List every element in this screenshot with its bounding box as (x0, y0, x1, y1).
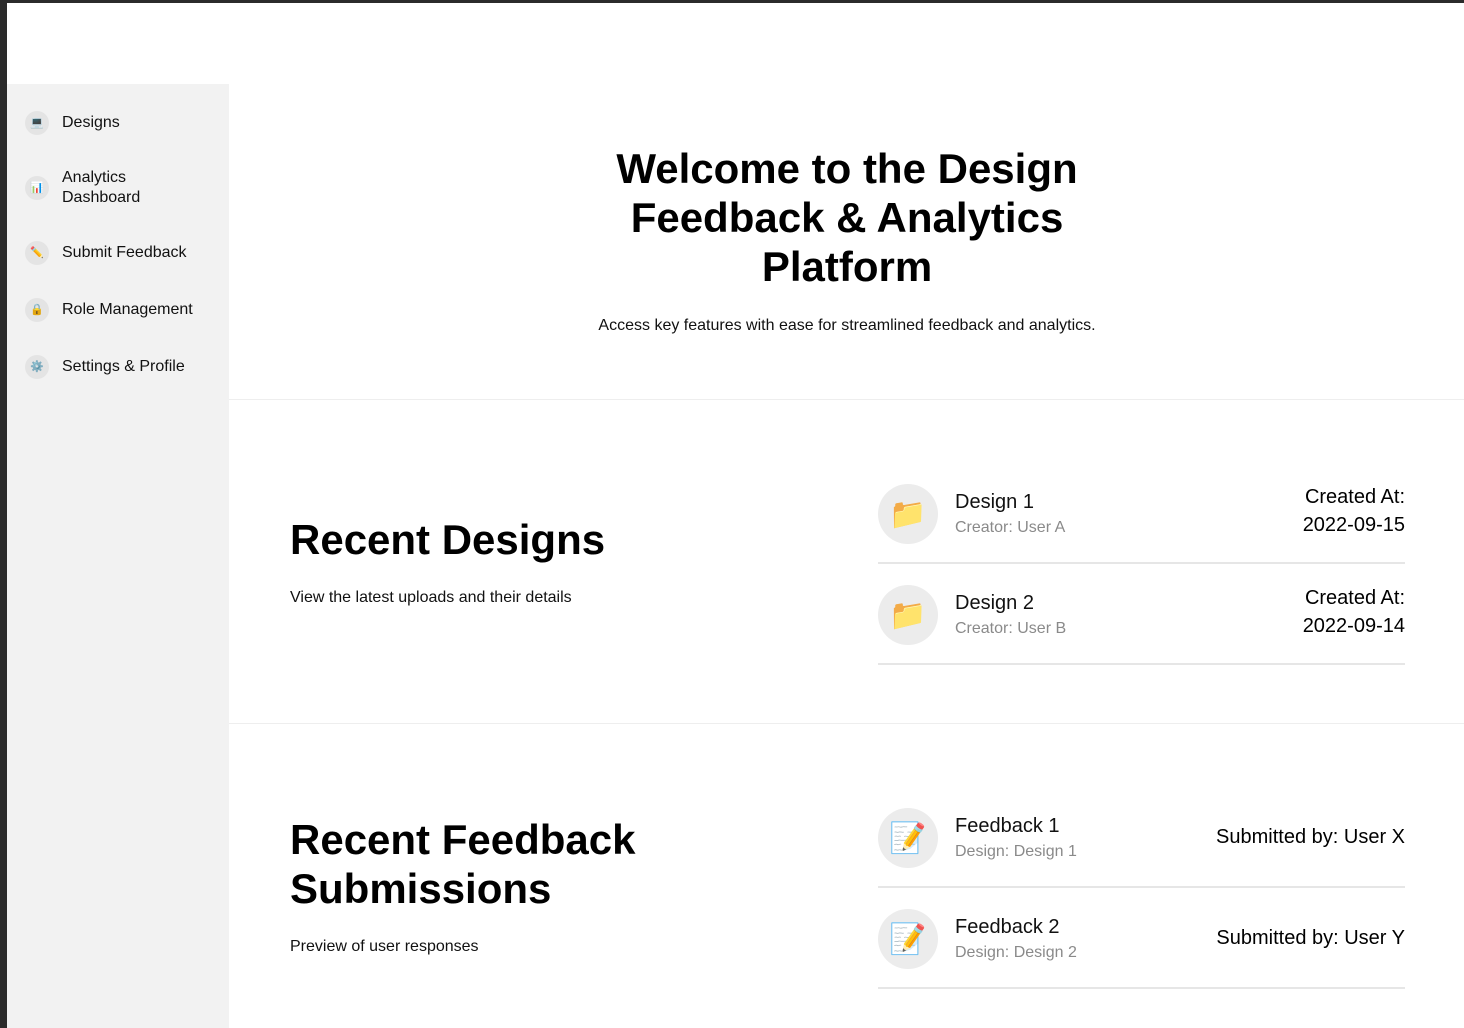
section-subtitle: View the latest uploads and their detail… (290, 589, 572, 606)
section-title: Recent Feedback Submissions (290, 816, 636, 912)
memo-icon: 📝 (878, 909, 938, 969)
feedback-design: Design: Design 2 (955, 944, 1077, 961)
sidebar-item-label: Submit Feedback (62, 244, 187, 261)
window-frame-left (0, 0, 7, 1028)
feedback-name: Feedback 2 (955, 916, 1060, 938)
memo-icon: 📝 (878, 808, 938, 868)
sidebar-item-designs[interactable]: 💻 Designs (25, 111, 202, 135)
design-name: Design 2 (955, 592, 1034, 614)
sidebar-item-label: Analytics Dashboard (62, 169, 141, 206)
sidebar: 💻 Designs 📊 Analytics Dashboard ✏️ Submi… (7, 84, 229, 1028)
sidebar-item-label: Designs (62, 114, 120, 131)
lock-icon: 🔒 (25, 298, 49, 322)
top-bar (7, 3, 1464, 84)
created-at-date: 2022-09-15 (1302, 514, 1405, 536)
created-at-label: Created At: (1304, 486, 1405, 508)
sidebar-item-label: Role Management (62, 301, 193, 318)
feedback-submitted-by: Submitted by: User X (1216, 826, 1405, 848)
feedback-list-item[interactable]: 📝 Feedback 2 Design: Design 2 Submitted … (878, 889, 1405, 989)
created-at-label: Created At: (1304, 587, 1405, 609)
design-name: Design 1 (955, 491, 1034, 513)
sidebar-item-role-management[interactable]: 🔒 Role Management (25, 298, 212, 322)
feedback-list-item[interactable]: 📝 Feedback 1 Design: Design 1 Submitted … (878, 788, 1405, 888)
laptop-icon: 💻 (25, 111, 49, 135)
folder-icon: 📁 (878, 585, 938, 645)
feedback-name: Feedback 1 (955, 815, 1060, 837)
page-subtitle: Access key features with ease for stream… (598, 317, 1096, 334)
feedback-design: Design: Design 1 (955, 843, 1077, 860)
gear-icon: ⚙️ (25, 355, 49, 379)
design-creator: Creator: User A (955, 519, 1066, 536)
sidebar-item-submit-feedback[interactable]: ✏️ Submit Feedback (25, 241, 202, 265)
recent-feedback-section: Recent Feedback Submissions Preview of u… (229, 724, 1464, 1028)
feedback-submitted-by: Submitted by: User Y (1216, 927, 1405, 949)
hero-section: Welcome to the Design Feedback & Analyti… (229, 84, 1464, 400)
design-creator: Creator: User B (955, 620, 1067, 637)
created-at-date: 2022-09-14 (1302, 615, 1405, 637)
design-created-at: Created At: 2022-09-15 (1303, 483, 1405, 539)
sidebar-item-settings-profile[interactable]: ⚙️ Settings & Profile (25, 355, 202, 379)
pencil-icon: ✏️ (25, 241, 49, 265)
folder-icon: 📁 (878, 484, 938, 544)
page-title: Welcome to the Design Feedback & Analyti… (616, 145, 1078, 290)
section-subtitle: Preview of user responses (290, 938, 479, 955)
main-content: Welcome to the Design Feedback & Analyti… (229, 84, 1464, 1028)
design-list-item[interactable]: 📁 Design 1 Creator: User A Created At: 2… (878, 464, 1405, 564)
bar-chart-icon: 📊 (25, 176, 49, 200)
sidebar-item-label: Settings & Profile (62, 358, 185, 375)
design-created-at: Created At: 2022-09-14 (1303, 584, 1405, 640)
design-list-item[interactable]: 📁 Design 2 Creator: User B Created At: 2… (878, 565, 1405, 665)
section-title: Recent Designs (290, 516, 606, 563)
sidebar-item-analytics-dashboard[interactable]: 📊 Analytics Dashboard (25, 168, 172, 208)
recent-designs-section: Recent Designs View the latest uploads a… (229, 400, 1464, 724)
